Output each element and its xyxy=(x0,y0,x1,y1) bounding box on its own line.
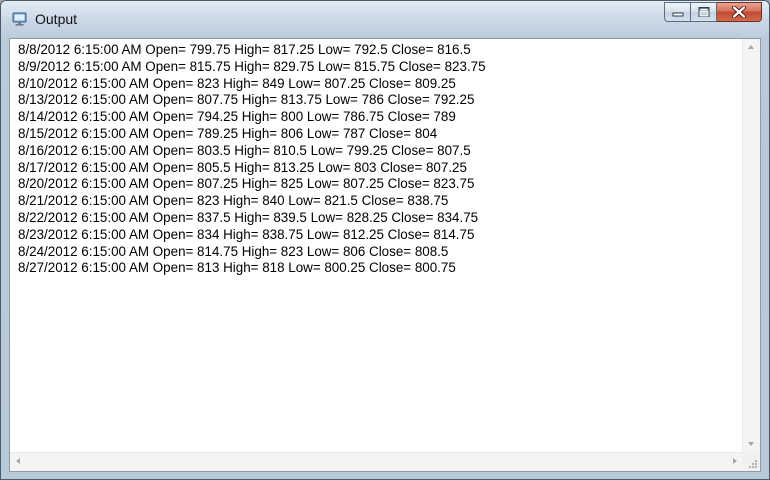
output-line: 8/15/2012 6:15:00 AM Open= 789.25 High= … xyxy=(18,125,438,141)
scroll-left-icon[interactable] xyxy=(16,458,20,464)
maximize-button[interactable] xyxy=(691,2,717,22)
output-line: 8/24/2012 6:15:00 AM Open= 814.75 High= … xyxy=(18,243,449,259)
output-line: 8/27/2012 6:15:00 AM Open= 813 High= 818… xyxy=(18,260,456,276)
output-line: 8/14/2012 6:15:00 AM Open= 794.25 High= … xyxy=(18,109,456,125)
close-icon xyxy=(732,6,746,18)
output-line: 8/17/2012 6:15:00 AM Open= 805.5 High= 8… xyxy=(18,159,467,175)
maximize-icon xyxy=(698,7,709,17)
output-line: 8/13/2012 6:15:00 AM Open= 807.75 High= … xyxy=(18,92,475,108)
scroll-right-icon[interactable] xyxy=(733,458,737,464)
resize-grip-icon xyxy=(749,460,757,468)
output-line: 8/10/2012 6:15:00 AM Open= 823 High= 849… xyxy=(18,75,456,91)
output-panel: 8/8/2012 6:15:00 AM Open= 799.75 High= 8… xyxy=(9,38,761,472)
output-line: 8/9/2012 6:15:00 AM Open= 815.75 High= 8… xyxy=(18,58,486,74)
output-line: 8/22/2012 6:15:00 AM Open= 837.5 High= 8… xyxy=(18,209,479,225)
caption-buttons xyxy=(664,2,762,23)
minimize-icon xyxy=(672,12,683,17)
monitor-icon[interactable] xyxy=(12,11,28,27)
close-button[interactable] xyxy=(717,2,762,22)
output-line: 8/23/2012 6:15:00 AM Open= 834 High= 838… xyxy=(18,226,475,242)
scroll-up-icon[interactable] xyxy=(748,45,754,49)
size-grip[interactable] xyxy=(743,453,760,471)
title-bar[interactable]: Output xyxy=(1,1,769,37)
output-line: 8/8/2012 6:15:00 AM Open= 799.75 High= 8… xyxy=(18,42,471,57)
output-line: 8/21/2012 6:15:00 AM Open= 823 High= 840… xyxy=(18,193,449,209)
output-line: 8/16/2012 6:15:00 AM Open= 803.5 High= 8… xyxy=(18,142,471,158)
output-text-area[interactable]: 8/8/2012 6:15:00 AM Open= 799.75 High= 8… xyxy=(10,39,743,453)
horizontal-scrollbar[interactable] xyxy=(10,452,743,471)
window-title: Output xyxy=(35,11,78,27)
output-window: Output 8/8/2012 6:15:00 AM Open= 799.75 … xyxy=(0,0,770,480)
output-line: 8/20/2012 6:15:00 AM Open= 807.25 High= … xyxy=(18,176,475,192)
minimize-button[interactable] xyxy=(664,2,691,22)
scroll-down-icon[interactable] xyxy=(748,442,754,446)
vertical-scrollbar[interactable] xyxy=(742,39,760,453)
